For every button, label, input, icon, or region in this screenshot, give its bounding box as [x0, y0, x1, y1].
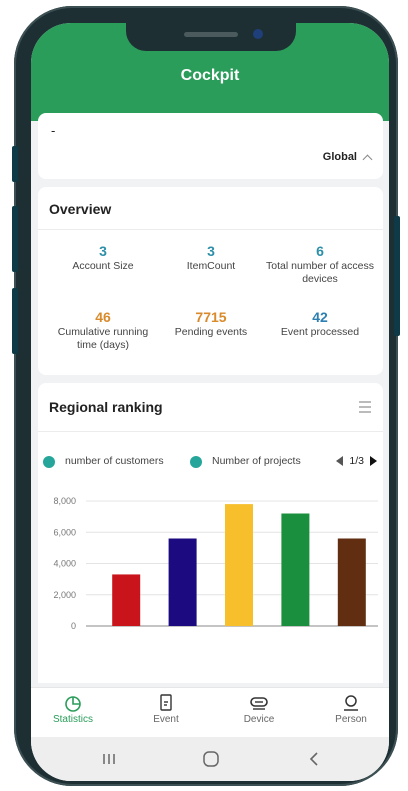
legend-page-indicator: 1/3 [349, 455, 364, 467]
y-tick-label: 2,000 [53, 590, 76, 600]
stat-running-time: 46 Cumulative running time (days) [48, 309, 158, 352]
tab-device[interactable]: Device [224, 694, 294, 725]
bottom-tab-bar: Statistics Event Device Person [31, 687, 389, 738]
y-tick-label: 6,000 [53, 527, 76, 537]
legend-pager: 1/3 [336, 455, 377, 467]
legend-dot [190, 456, 202, 468]
bar[interactable] [168, 538, 197, 627]
pie-chart-icon [65, 696, 81, 712]
side-button [12, 146, 18, 182]
volume-button [12, 206, 18, 272]
stat-label: ItemCount [186, 260, 236, 272]
tab-person[interactable]: Person [316, 694, 386, 725]
phone-screen: Cockpit - Global Overview 3 Account Size… [31, 23, 389, 781]
tab-label: Person [335, 714, 367, 725]
notch [126, 23, 296, 51]
divider [38, 229, 383, 230]
legend-label: Number of projects [212, 455, 301, 467]
chart-legend: number of customers Number of projects 1… [43, 454, 383, 470]
chevron-up-icon [362, 154, 373, 164]
regional-ranking-card: Regional ranking number of customers Num… [38, 383, 383, 683]
stat-label: Pending events [174, 326, 248, 338]
scope-selected-value: Global [322, 151, 357, 163]
stat-value: 6 [316, 243, 324, 259]
scope-selector-card[interactable]: - Global [38, 113, 383, 179]
divider [38, 431, 383, 432]
overview-title: Overview [49, 201, 112, 217]
stat-label: Account Size [72, 260, 134, 272]
y-tick-label: 4,000 [53, 559, 76, 569]
legend-label: number of customers [65, 455, 164, 467]
document-icon [160, 694, 172, 711]
stat-item-count: 3 ItemCount [156, 243, 266, 273]
overview-card: Overview 3 Account Size 3 ItemCount 6 To… [38, 187, 383, 375]
tab-label: Statistics [52, 714, 93, 725]
device-icon [250, 697, 268, 710]
stat-account-size: 3 Account Size [48, 243, 158, 273]
tab-label: Device [243, 714, 275, 725]
back-button[interactable] [295, 748, 335, 770]
home-button[interactable] [191, 748, 231, 770]
page-title: Cockpit [180, 67, 240, 84]
stat-access-devices: 6 Total number of access devices [265, 243, 375, 286]
bar[interactable] [112, 574, 141, 626]
camera [253, 29, 263, 39]
y-tick-label: 8,000 [53, 496, 76, 506]
legend-dot [43, 456, 55, 468]
ranking-title: Regional ranking [49, 399, 163, 415]
next-page-icon[interactable] [370, 456, 377, 466]
stat-value: 3 [207, 243, 215, 259]
menu-icon[interactable] [359, 400, 371, 414]
y-tick-label: 0 [71, 621, 76, 631]
app-header: Cockpit [31, 23, 389, 121]
stat-value: 42 [312, 309, 328, 325]
stat-event-processed: 42 Event processed [265, 309, 375, 339]
volume-button [12, 288, 18, 354]
speaker [184, 32, 238, 37]
previous-page-icon[interactable] [336, 456, 344, 466]
system-nav-bar [31, 737, 389, 781]
bar[interactable] [225, 504, 253, 626]
stat-value: 46 [95, 309, 111, 325]
recent-apps-button[interactable] [89, 748, 129, 770]
bar-chart: 8,000 6,000 4,000 2,000 0 [53, 496, 378, 631]
bar[interactable] [337, 538, 366, 627]
tab-statistics[interactable]: Statistics [38, 694, 108, 725]
person-icon [344, 695, 358, 711]
home-icon [203, 751, 219, 767]
stat-label: Cumulative running time (days) [57, 326, 149, 351]
scope-placeholder: - [51, 123, 56, 138]
stat-pending-events: 7715 Pending events [156, 309, 266, 339]
stat-value: 7715 [195, 309, 227, 325]
tab-label: Event [153, 714, 179, 725]
bar[interactable] [281, 513, 310, 627]
recent-apps-icon [103, 754, 115, 764]
back-icon [309, 752, 318, 766]
scope-dropdown[interactable]: Global [322, 151, 373, 164]
tab-event[interactable]: Event [131, 694, 201, 725]
stat-label: Event processed [280, 326, 360, 338]
stat-value: 3 [99, 243, 107, 259]
power-button [394, 216, 400, 336]
stat-label: Total number of access devices [266, 260, 374, 285]
